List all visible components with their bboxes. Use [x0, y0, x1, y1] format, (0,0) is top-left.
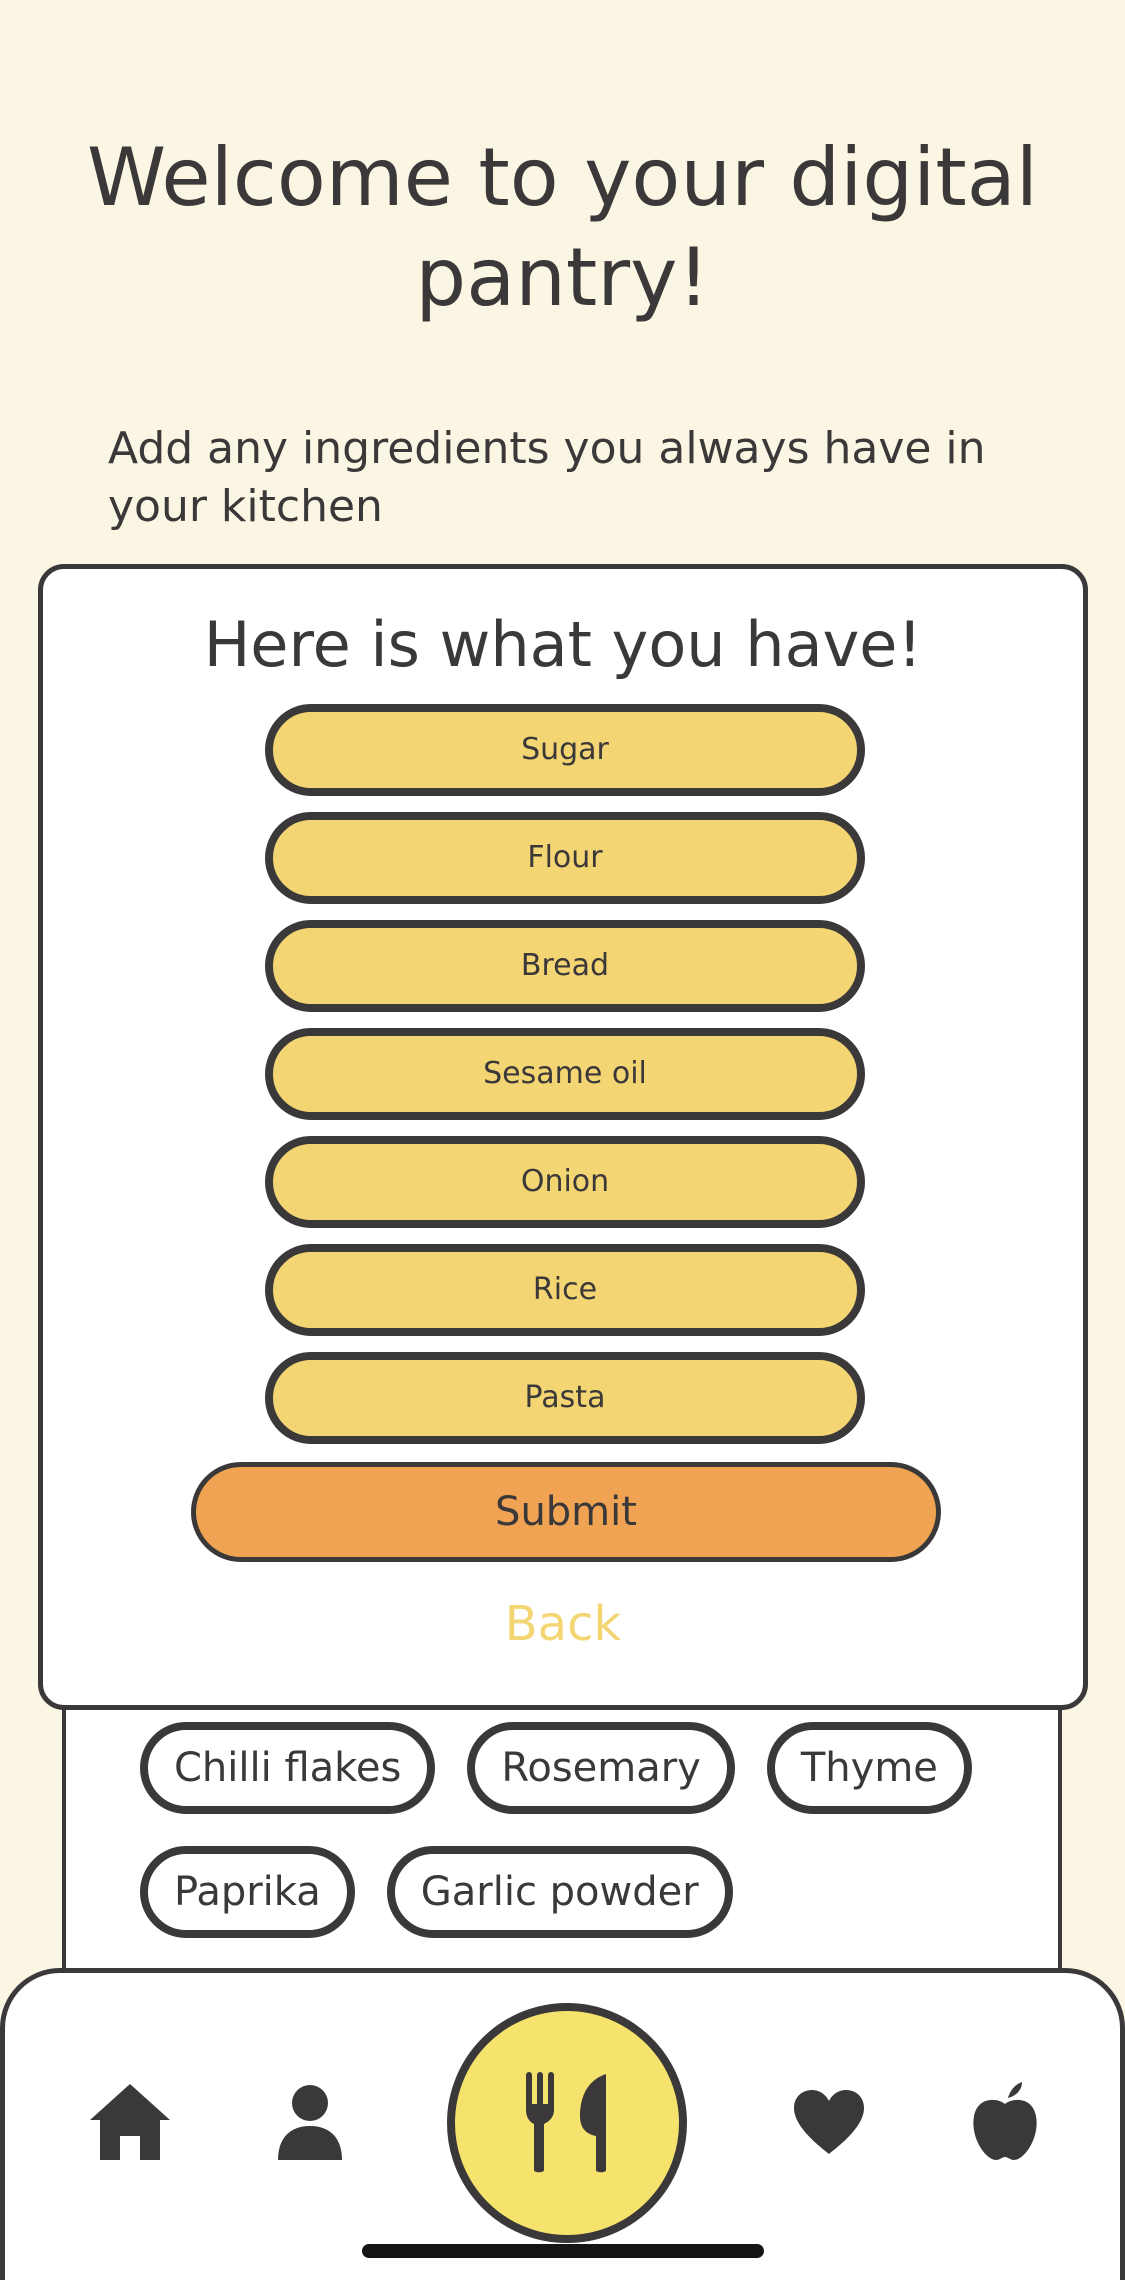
apple-icon[interactable] — [970, 2080, 1040, 2162]
pantry-item[interactable]: Sugar — [265, 704, 865, 796]
pantry-item[interactable]: Pasta — [265, 1352, 865, 1444]
page-subtitle: Add any ingredients you always have in y… — [108, 423, 986, 532]
heart-icon[interactable] — [792, 2088, 866, 2156]
pantry-item[interactable]: Flour — [265, 812, 865, 904]
ingredient-chip[interactable]: Chilli flakes — [140, 1722, 436, 1814]
pantry-item[interactable]: Rice — [265, 1244, 865, 1336]
back-button[interactable]: Back — [43, 1589, 1083, 1659]
modal-title: Here is what you have! — [203, 608, 923, 681]
ingredient-chip[interactable]: Rosemary — [467, 1722, 735, 1814]
submit-button[interactable]: Submit — [191, 1462, 941, 1562]
home-icon[interactable] — [88, 2082, 172, 2162]
pantry-item[interactable]: Bread — [265, 920, 865, 1012]
ingredient-chip[interactable]: Paprika — [140, 1846, 355, 1938]
ingredient-chip-list: Chilli flakes Rosemary Thyme Paprika Gar… — [140, 1722, 1020, 1938]
pantry-item[interactable]: Sesame oil — [265, 1028, 865, 1120]
ingredient-chip[interactable]: Garlic powder — [386, 1846, 733, 1938]
ingredient-chip[interactable]: Thyme — [766, 1722, 972, 1814]
home-indicator — [362, 2244, 764, 2258]
page-title: Welcome to your digital pantry! — [60, 128, 1065, 328]
user-icon[interactable] — [276, 2084, 344, 2160]
pantry-item[interactable]: Onion — [265, 1136, 865, 1228]
pantry-summary-modal: Here is what you have! Sugar Flour Bread… — [38, 564, 1088, 1710]
page-title-line2: pantry! — [415, 231, 710, 324]
fork-knife-icon — [526, 2072, 606, 2173]
page-title-line1: Welcome to your digital — [86, 131, 1039, 224]
pantry-item-list: Sugar Flour Bread Sesame oil Onion Rice … — [265, 704, 865, 1444]
